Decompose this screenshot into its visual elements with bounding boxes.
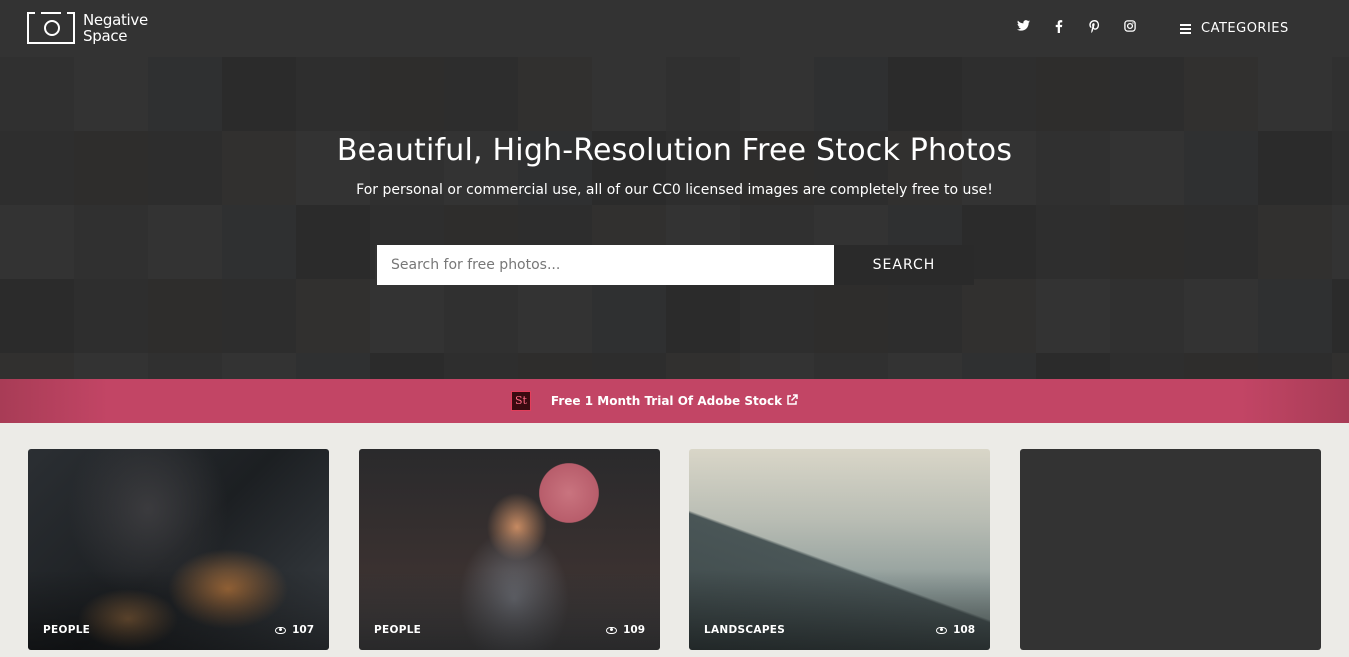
card-view-count: 107 [275, 624, 314, 636]
eye-icon [275, 626, 287, 634]
view-count-text: 108 [953, 624, 975, 636]
categories-label: CATEGORIES [1201, 20, 1289, 36]
twitter-icon[interactable] [1015, 20, 1031, 36]
facebook-icon[interactable] [1051, 20, 1067, 36]
card-category-label[interactable]: PEOPLE [374, 624, 421, 636]
categories-menu-button[interactable]: CATEGORIES [1180, 18, 1289, 38]
card-view-count: 109 [606, 624, 645, 636]
eye-icon [936, 626, 948, 634]
logo-line1: Negative [83, 11, 148, 29]
hero-overlay [0, 57, 1349, 379]
logo-line2: Space [83, 27, 128, 45]
card-category-label[interactable]: PEOPLE [43, 624, 90, 636]
external-link-icon [786, 393, 798, 409]
search-input[interactable] [375, 245, 834, 285]
card-category-label[interactable]: LANDSCAPES [704, 624, 785, 636]
camera-logo-icon [27, 12, 75, 44]
photo-card[interactable]: PEOPLE 109 [359, 449, 660, 650]
eye-icon [606, 626, 618, 634]
ad-placeholder-card [1020, 449, 1321, 650]
adobe-stock-logo-icon: St [510, 391, 531, 411]
instagram-icon[interactable] [1122, 20, 1138, 36]
site-logo[interactable]: Negative Space [27, 12, 148, 44]
promo-link-text[interactable]: Free 1 Month Trial Of Adobe Stock [551, 394, 782, 408]
photo-card[interactable]: LANDSCAPES 108 [689, 449, 990, 650]
logo-text: Negative Space [83, 12, 148, 44]
top-navbar: Negative Space CATEGORIES [0, 0, 1349, 57]
hero-section: Beautiful, High-Resolution Free Stock Ph… [0, 57, 1349, 379]
hero-subtitle: For personal or commercial use, all of o… [356, 182, 993, 198]
search-button[interactable]: SEARCH [834, 245, 974, 285]
hero-title: Beautiful, High-Resolution Free Stock Ph… [336, 133, 1013, 168]
hamburger-icon [1180, 23, 1191, 34]
photo-card[interactable]: PEOPLE 107 [28, 449, 329, 650]
card-view-count: 108 [936, 624, 975, 636]
adobe-stock-promo-banner[interactable]: St Free 1 Month Trial Of Adobe Stock [0, 379, 1349, 423]
pinterest-icon[interactable] [1086, 20, 1102, 36]
view-count-text: 107 [292, 624, 314, 636]
view-count-text: 109 [623, 624, 645, 636]
